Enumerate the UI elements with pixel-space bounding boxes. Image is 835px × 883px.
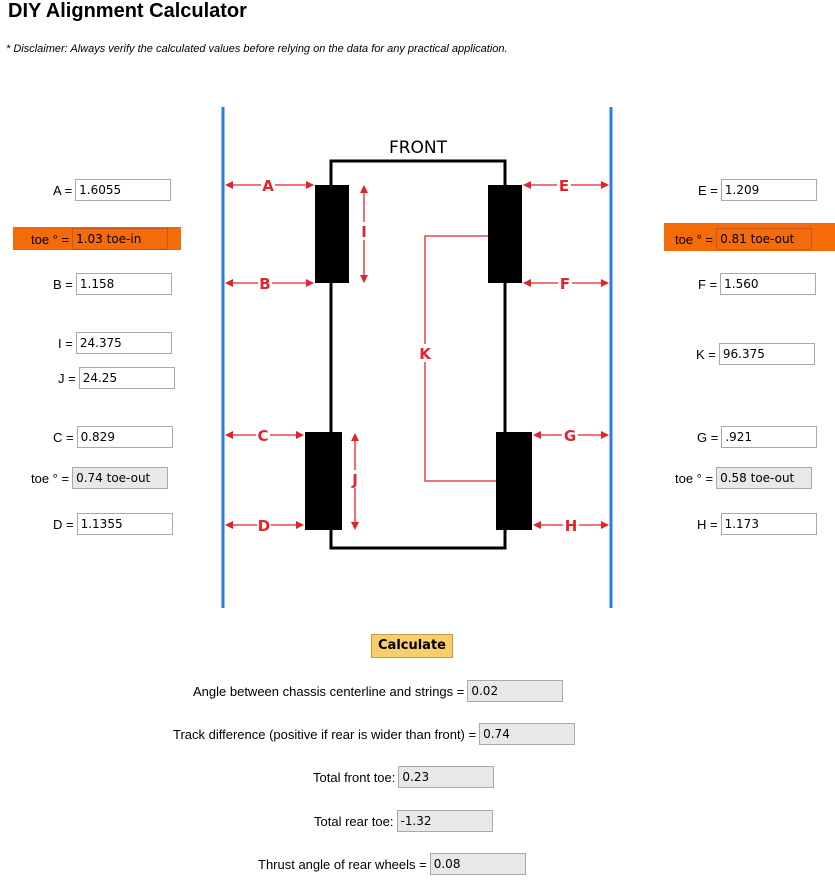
result-row-rear-toe: Total rear toe: -1.32 (314, 809, 493, 833)
label-k: K (419, 345, 432, 363)
input-e-field[interactable]: 1.209 (720, 179, 817, 201)
input-row-toe-rear-right: toe ° = 0.58 toe-out (675, 466, 813, 490)
input-i-field[interactable]: 24.375 (75, 332, 172, 354)
input-row-h: H = 1.173 (697, 512, 817, 536)
rear-right-wheel (496, 432, 532, 530)
input-b-label: B = (53, 276, 73, 292)
toe-front-right-field: 0.81 toe-out (716, 228, 813, 250)
toe-front-right-label: toe ° = (675, 231, 714, 247)
input-k-field[interactable]: 96.375 (718, 343, 815, 365)
label-c: C (257, 427, 268, 445)
result-angle-label: Angle between chassis centerline and str… (193, 683, 465, 699)
input-row-b: B = 1.158 (53, 272, 172, 296)
input-row-toe-front-right: toe ° = 0.81 toe-out (675, 227, 813, 251)
result-row-track: Track difference (positive if rear is wi… (173, 722, 576, 746)
input-d-label: D = (53, 516, 74, 532)
label-e: E (559, 177, 569, 195)
label-h: H (565, 517, 578, 535)
result-thrust-label: Thrust angle of rear wheels = (258, 856, 427, 872)
input-f-label: F = (698, 276, 718, 292)
label-a: A (262, 177, 274, 195)
label-f: F (560, 275, 570, 293)
input-row-a: A = 1.6055 (53, 178, 172, 202)
label-d: D (258, 517, 270, 535)
input-row-toe-rear-left: toe ° = 0.74 toe-out (31, 466, 169, 490)
result-row-front-toe: Total front toe: 0.23 (313, 765, 495, 789)
result-row-thrust: Thrust angle of rear wheels = 0.08 (258, 852, 526, 876)
label-g: G (564, 427, 576, 445)
input-h-label: H = (697, 516, 718, 532)
input-a-field[interactable]: 1.6055 (75, 179, 172, 201)
toe-front-left-label: toe ° = (31, 231, 70, 247)
input-h-field[interactable]: 1.173 (720, 513, 817, 535)
front-left-wheel (315, 185, 349, 283)
input-c-field[interactable]: 0.829 (76, 426, 173, 448)
toe-front-left-field: 1.03 toe-in (72, 228, 169, 250)
result-angle-field: 0.02 (467, 680, 564, 702)
input-j-field[interactable]: 24.25 (78, 367, 175, 389)
input-g-field[interactable]: .921 (721, 426, 818, 448)
toe-rear-left-field: 0.74 toe-out (72, 467, 169, 489)
input-e-label: E = (698, 182, 718, 198)
toe-rear-right-label: toe ° = (675, 470, 714, 486)
input-row-j: J = 24.25 (58, 366, 175, 390)
input-j-label: J = (58, 370, 76, 386)
toe-rear-right-field: 0.58 toe-out (716, 467, 813, 489)
input-f-field[interactable]: 1.560 (720, 273, 817, 295)
result-front-toe-field: 0.23 (398, 766, 495, 788)
label-i: I (361, 223, 367, 241)
input-row-d: D = 1.1355 (53, 512, 173, 536)
input-row-c: C = 0.829 (53, 425, 173, 449)
front-label: FRONT (389, 138, 448, 158)
input-d-field[interactable]: 1.1355 (76, 513, 173, 535)
result-rear-toe-field: -1.32 (396, 810, 493, 832)
front-right-wheel (488, 185, 522, 283)
result-thrust-field: 0.08 (429, 853, 526, 875)
input-k-label: K = (696, 346, 716, 362)
input-i-label: I = (58, 335, 73, 351)
label-j: J (351, 471, 358, 489)
input-g-label: G = (697, 429, 719, 445)
input-b-field[interactable]: 1.158 (75, 273, 172, 295)
toe-rear-left-label: toe ° = (31, 470, 70, 486)
calculate-button[interactable]: Calculate (371, 634, 453, 658)
input-row-e: E = 1.209 (698, 178, 817, 202)
label-b: B (259, 275, 270, 293)
input-row-f: F = 1.560 (698, 272, 817, 296)
input-row-k: K = 96.375 (696, 342, 815, 366)
result-front-toe-label: Total front toe: (313, 769, 396, 785)
input-a-label: A = (53, 182, 73, 198)
result-track-field: 0.74 (479, 723, 576, 745)
input-row-toe-front-left: toe ° = 1.03 toe-in (31, 227, 169, 251)
result-rear-toe-label: Total rear toe: (314, 813, 394, 829)
result-track-label: Track difference (positive if rear is wi… (173, 726, 477, 742)
result-row-angle: Angle between chassis centerline and str… (193, 679, 564, 703)
input-c-label: C = (53, 429, 74, 445)
dimension-line-k (424, 235, 496, 482)
rear-left-wheel (305, 432, 342, 530)
input-row-i: I = 24.375 (58, 331, 172, 355)
input-row-g: G = .921 (697, 425, 818, 449)
